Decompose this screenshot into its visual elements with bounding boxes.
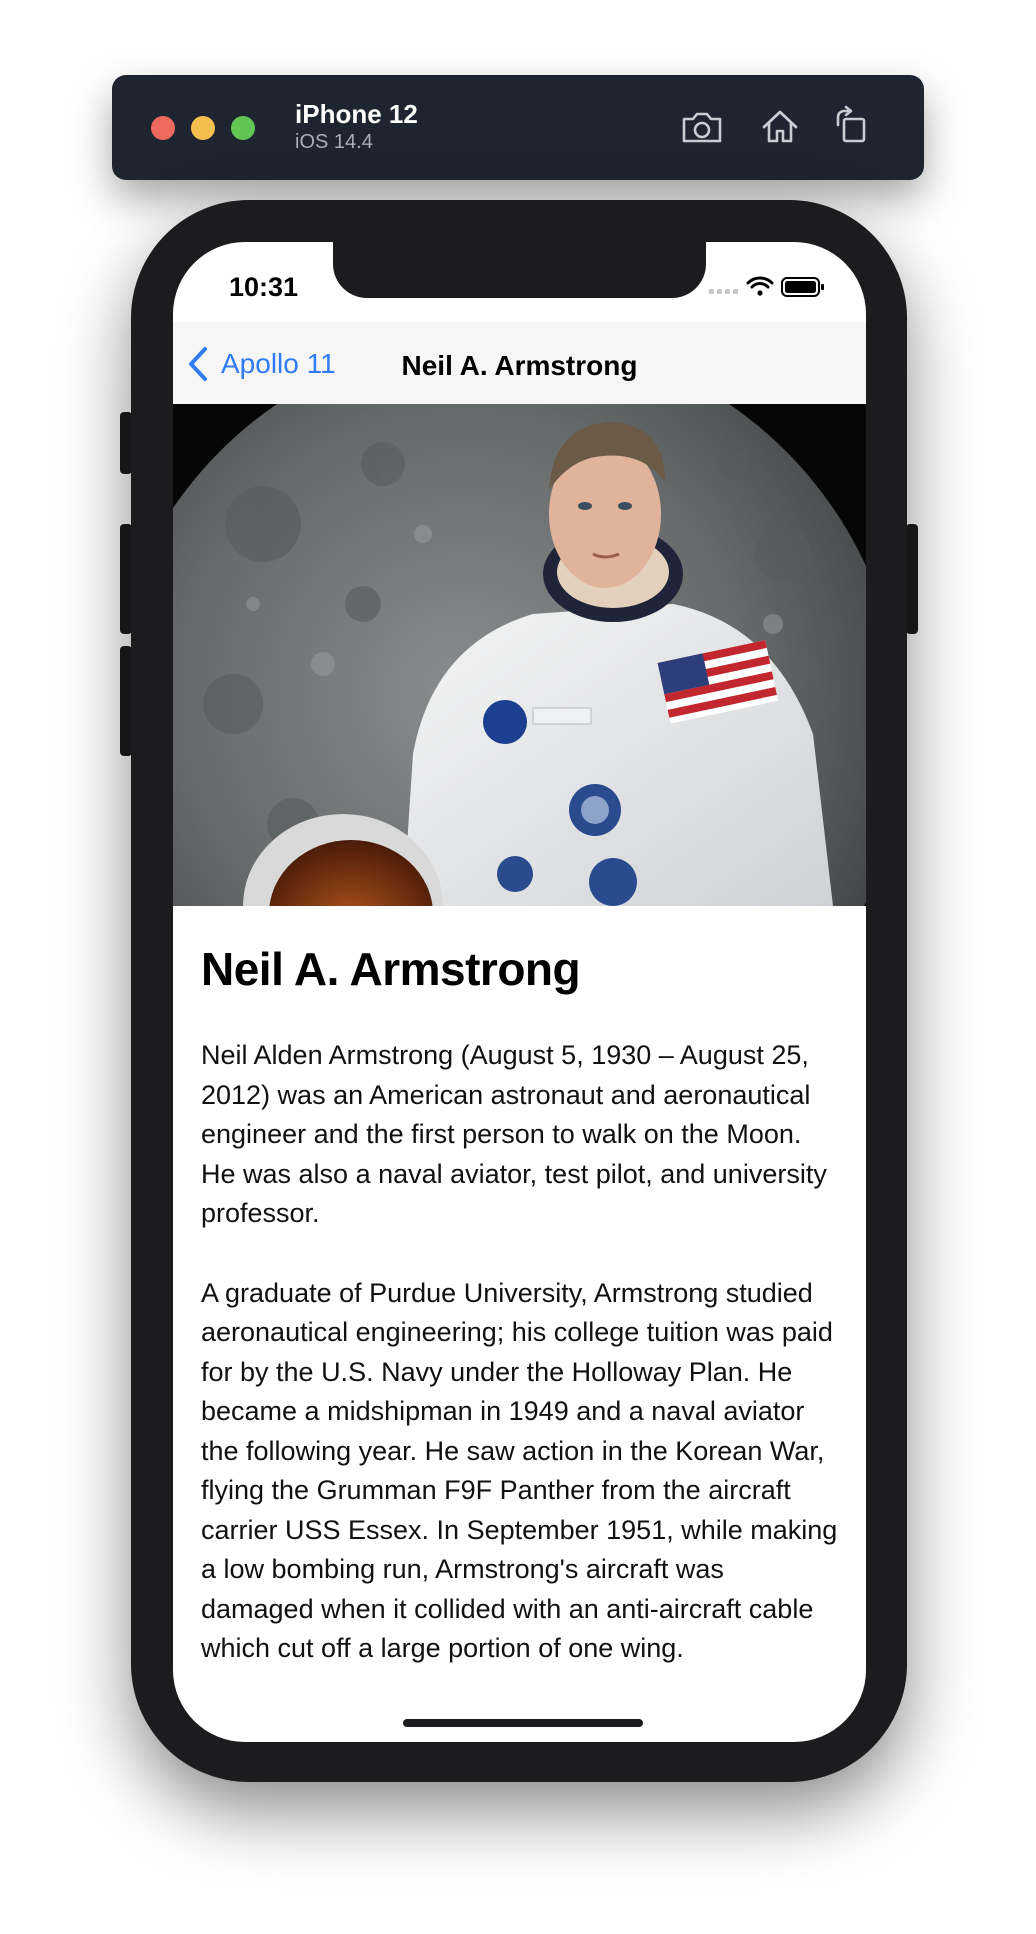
article-heading: Neil A. Armstrong [201, 943, 581, 995]
os-version: iOS 14.4 [295, 131, 373, 153]
close-window-button[interactable] [151, 116, 175, 140]
battery-icon [781, 277, 824, 297]
status-icons [709, 276, 824, 297]
navigation-bar: Apollo 11 Neil A. Armstrong [173, 322, 866, 404]
article-paragraph: Neil Alden Armstrong (August 5, 1930 – A… [201, 1040, 827, 1228]
zoom-window-button[interactable] [231, 116, 255, 140]
article-paragraph: A graduate of Purdue University, Armstro… [201, 1277, 838, 1664]
minimize-window-button[interactable] [191, 116, 215, 140]
power-button [906, 524, 918, 634]
signal-icon [709, 289, 738, 294]
wifi-icon [746, 276, 774, 296]
notch [333, 242, 706, 298]
simulator-titlebar: iPhone 12 iOS 14.4 [112, 75, 924, 180]
status-time: 10:31 [229, 272, 299, 302]
home-icon[interactable] [756, 103, 804, 151]
astronaut-photo [173, 404, 866, 906]
article-content: Neil A. Armstrong Neil Alden Armstrong (… [201, 942, 841, 1709]
screenshot-icon[interactable] [678, 103, 726, 151]
rotate-icon[interactable] [828, 103, 876, 151]
phone-screen: 10:31 Apollo 11 Neil A. Armstrong Neil A… [173, 242, 866, 1742]
home-indicator[interactable] [403, 1719, 643, 1727]
nav-title: Neil A. Armstrong [401, 350, 638, 381]
device-name: iPhone 12 [295, 99, 418, 129]
